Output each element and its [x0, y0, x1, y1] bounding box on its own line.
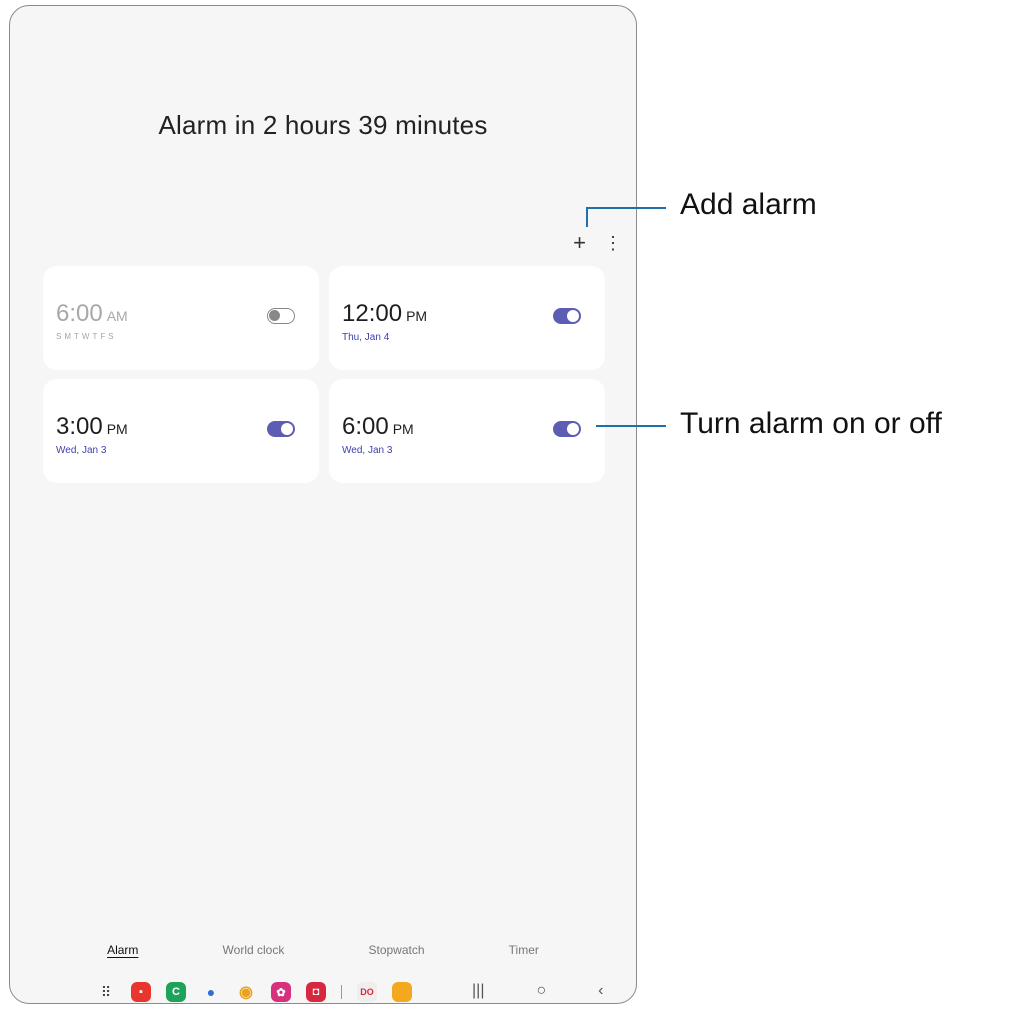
alarm-date: Wed, Jan 3	[342, 445, 393, 456]
alarm-ampm: PM	[406, 308, 428, 324]
add-alarm-button[interactable]: +	[573, 232, 586, 254]
messages-icon[interactable]: ●	[201, 982, 221, 1002]
callout-line-add-vertical	[586, 207, 588, 227]
camera-icon[interactable]: ◘	[306, 982, 326, 1002]
home-icon[interactable]: ○	[536, 982, 546, 1000]
tab-world-clock[interactable]: World clock	[223, 943, 285, 957]
apps-grid-icon[interactable]: ⠿	[96, 984, 116, 1001]
alarm-time-value: 12:00	[342, 300, 403, 327]
callout-line-add	[586, 207, 666, 209]
recents-icon[interactable]: |||	[472, 982, 484, 1000]
callout-line-toggle	[596, 425, 666, 427]
back-icon[interactable]: ‹	[598, 982, 603, 1000]
alarm-toolbar: + ⋮	[573, 232, 622, 254]
folder-icon[interactable]	[392, 982, 412, 1002]
alarm-card-6pm[interactable]: 6:00 PM Wed, Jan 3	[329, 379, 605, 483]
tab-timer[interactable]: Timer	[509, 943, 539, 957]
alarm-ampm: AM	[106, 308, 128, 324]
alarm-time: 6:00 AM	[56, 300, 128, 328]
phone-icon[interactable]: C	[166, 982, 186, 1002]
alarm-card-12pm[interactable]: 12:00 PM Thu, Jan 4	[329, 266, 605, 370]
alarm-toggle[interactable]	[553, 308, 581, 324]
callout-add-alarm: Add alarm	[680, 188, 817, 221]
system-nav: ||| ○ ‹	[472, 982, 603, 1000]
alarm-time: 12:00 PM	[342, 300, 427, 328]
alarm-time: 3:00 PM	[56, 413, 128, 441]
alarm-ampm: PM	[392, 421, 414, 437]
tab-alarm[interactable]: Alarm	[107, 943, 138, 957]
more-options-icon[interactable]: ⋮	[604, 232, 622, 254]
alarm-time-value: 6:00	[56, 300, 103, 327]
alarm-date: Thu, Jan 4	[342, 332, 390, 343]
dock-separator	[341, 985, 342, 999]
alarm-time-value: 3:00	[56, 413, 103, 440]
next-alarm-summary: Alarm in 2 hours 39 minutes	[158, 110, 488, 140]
dual-apps-icon[interactable]: DO	[357, 982, 377, 1002]
taskbar-dock: ⠿ ▪ C ● ◉ ✿ ◘ DO	[96, 982, 412, 1002]
alarm-toggle[interactable]	[267, 308, 295, 324]
notes-icon[interactable]: ▪	[131, 982, 151, 1002]
alarm-time-value: 6:00	[342, 413, 389, 440]
alarm-toggle[interactable]	[267, 421, 295, 437]
tablet-screen: Alarm in 2 hours 39 minutes + ⋮ 6:00 AM S…	[9, 5, 637, 1004]
alarm-repeat-days: SMTWTFS	[56, 332, 117, 341]
alarm-ampm: PM	[106, 421, 128, 437]
bottom-tabs: Alarm World clock Stopwatch Timer	[10, 943, 636, 957]
chrome-icon[interactable]: ◉	[236, 982, 256, 1002]
tab-stopwatch[interactable]: Stopwatch	[368, 943, 424, 957]
alarm-toggle[interactable]	[553, 421, 581, 437]
callout-toggle-alarm: Turn alarm on or off	[680, 407, 942, 440]
alarm-card-6am[interactable]: 6:00 AM SMTWTFS	[43, 266, 319, 370]
alarm-date: Wed, Jan 3	[56, 445, 107, 456]
alarm-time: 6:00 PM	[342, 413, 414, 441]
gallery-icon[interactable]: ✿	[271, 982, 291, 1002]
alarm-card-3pm[interactable]: 3:00 PM Wed, Jan 3	[43, 379, 319, 483]
